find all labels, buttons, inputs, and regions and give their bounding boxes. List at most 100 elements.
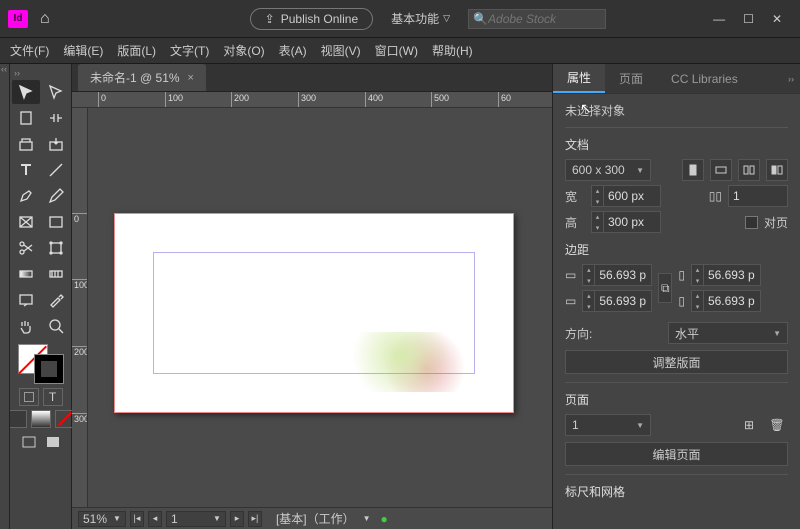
menu-layout[interactable]: 版面(L) <box>117 42 156 59</box>
eyedropper-tool[interactable] <box>42 288 70 312</box>
step-up-icon[interactable]: ▴ <box>592 185 604 196</box>
content-collector-tool[interactable] <box>12 132 40 156</box>
margin-left-input[interactable] <box>704 268 760 282</box>
maximize-button[interactable]: ☐ <box>743 12 754 26</box>
prev-page-button[interactable]: ◂ <box>148 511 162 527</box>
page-select-dropdown[interactable]: 1▼ <box>565 414 651 436</box>
link-margins-button[interactable]: ⧉ <box>658 273 672 303</box>
free-transform-tool[interactable] <box>42 236 70 260</box>
margin-right-input[interactable] <box>704 294 760 308</box>
pages-count-input[interactable] <box>729 189 769 203</box>
scissors-tool[interactable] <box>12 236 40 260</box>
close-tab-button[interactable]: × <box>188 72 194 84</box>
binding-ltr-button[interactable] <box>738 159 760 181</box>
close-button[interactable]: ✕ <box>772 12 782 26</box>
menu-object[interactable]: 对象(O) <box>223 42 264 59</box>
adjust-layout-button[interactable]: 调整版面 <box>565 350 788 374</box>
page-tool[interactable] <box>12 106 40 130</box>
view-mode-preview[interactable] <box>43 434 63 450</box>
step-up-icon[interactable]: ▴ <box>592 211 604 222</box>
menu-edit[interactable]: 编辑(E) <box>63 42 103 59</box>
last-page-button[interactable]: ▸| <box>248 511 262 527</box>
step-down-icon[interactable]: ▾ <box>592 196 604 207</box>
menu-window[interactable]: 窗口(W) <box>375 42 418 59</box>
format-text-button[interactable]: T <box>43 388 63 406</box>
view-mode-normal[interactable] <box>19 434 39 450</box>
gradient-swatch-tool[interactable] <box>12 262 40 286</box>
page-field[interactable]: 1▼ <box>166 511 226 527</box>
tab-pages[interactable]: 页面 <box>605 64 657 93</box>
menu-help[interactable]: 帮助(H) <box>432 42 473 59</box>
pencil-tool[interactable] <box>42 184 70 208</box>
menu-file[interactable]: 文件(F) <box>10 42 49 59</box>
gap-tool[interactable] <box>42 106 70 130</box>
menu-type[interactable]: 文字(T) <box>170 42 209 59</box>
fill-stroke-swatches[interactable] <box>18 344 64 384</box>
direct-selection-tool[interactable] <box>42 80 70 104</box>
width-field[interactable]: ▴▾ <box>591 185 661 207</box>
step-down-icon[interactable]: ▾ <box>592 222 604 233</box>
tab-properties[interactable]: 属性 <box>553 64 605 93</box>
type-tool[interactable] <box>12 158 40 182</box>
left-panel-strip[interactable]: ‹‹ <box>0 64 10 529</box>
content-placer-tool[interactable] <box>42 132 70 156</box>
search-input[interactable] <box>488 12 601 26</box>
rectangle-frame-tool[interactable] <box>12 210 40 234</box>
home-button[interactable]: ⌂ <box>40 10 50 28</box>
rectangle-tool[interactable] <box>42 210 70 234</box>
first-page-button[interactable]: |◂ <box>130 511 144 527</box>
edit-pages-button[interactable]: 编辑页面 <box>565 442 788 466</box>
margin-left-field[interactable]: ▴▾ <box>691 264 761 286</box>
new-page-button[interactable]: ⊞ <box>738 414 760 436</box>
chevron-right-icon[interactable]: ›› <box>788 74 794 84</box>
apply-gradient-button[interactable] <box>31 410 51 428</box>
tab-cc-libraries[interactable]: CC Libraries <box>657 64 752 93</box>
page-preset-dropdown[interactable]: 600 x 300▼ <box>565 159 651 181</box>
stroke-swatch[interactable] <box>34 354 64 384</box>
minimize-button[interactable]: — <box>713 12 725 26</box>
chevron-down-icon: ▽ <box>443 13 450 24</box>
height-input[interactable] <box>604 215 660 229</box>
ruler-h-tick: 400 <box>368 93 383 103</box>
note-tool[interactable] <box>12 288 40 312</box>
orientation-landscape-button[interactable] <box>710 159 732 181</box>
menu-table[interactable]: 表(A) <box>279 42 307 59</box>
margin-top-input[interactable] <box>595 268 651 282</box>
margin-bottom-field[interactable]: ▴▾ <box>582 290 652 312</box>
document-tab[interactable]: 未命名-1 @ 51% × <box>78 64 206 91</box>
canvas[interactable] <box>88 108 552 507</box>
selection-tool[interactable] <box>12 80 40 104</box>
gradient-feather-tool[interactable] <box>42 262 70 286</box>
zoom-tool[interactable] <box>42 314 70 338</box>
horizontal-ruler[interactable]: 0 100 200 300 400 500 60 <box>72 92 552 108</box>
margin-top-field[interactable]: ▴▾ <box>582 264 652 286</box>
chevron-right-icon[interactable]: ›› <box>14 68 20 78</box>
workspace-switcher[interactable]: 基本功能 ▽ <box>391 10 450 27</box>
next-page-button[interactable]: ▸ <box>230 511 244 527</box>
pages-count-field[interactable] <box>728 185 788 207</box>
page[interactable] <box>114 213 514 413</box>
line-tool[interactable] <box>42 158 70 182</box>
search-box[interactable]: 🔍 <box>468 9 606 29</box>
publish-online-button[interactable]: ⇪ Publish Online <box>250 8 373 30</box>
status-dropdown-icon[interactable]: ▼ <box>363 514 371 523</box>
height-field[interactable]: ▴▾ <box>591 211 661 233</box>
watermark-image <box>353 332 473 392</box>
orientation-portrait-button[interactable] <box>682 159 704 181</box>
menu-view[interactable]: 视图(V) <box>321 42 361 59</box>
margin-right-icon: ▯ <box>678 294 685 308</box>
margin-bottom-input[interactable] <box>595 294 651 308</box>
hand-tool[interactable] <box>12 314 40 338</box>
pen-tool[interactable] <box>12 184 40 208</box>
width-input[interactable] <box>604 189 660 203</box>
delete-page-button[interactable]: 🗑 <box>766 414 788 436</box>
margin-right-field[interactable]: ▴▾ <box>691 290 761 312</box>
vertical-ruler[interactable]: 0 100 200 300 <box>72 108 88 507</box>
binding-rtl-button[interactable] <box>766 159 788 181</box>
orientation-dropdown[interactable]: 水平▼ <box>668 322 788 344</box>
zoom-field[interactable]: 51%▼ <box>78 511 126 527</box>
preflight-icon[interactable]: ● <box>381 512 388 526</box>
facing-pages-checkbox[interactable] <box>745 216 758 229</box>
main-area: ‹‹ ›› <box>0 64 800 529</box>
format-container-button[interactable] <box>19 388 39 406</box>
